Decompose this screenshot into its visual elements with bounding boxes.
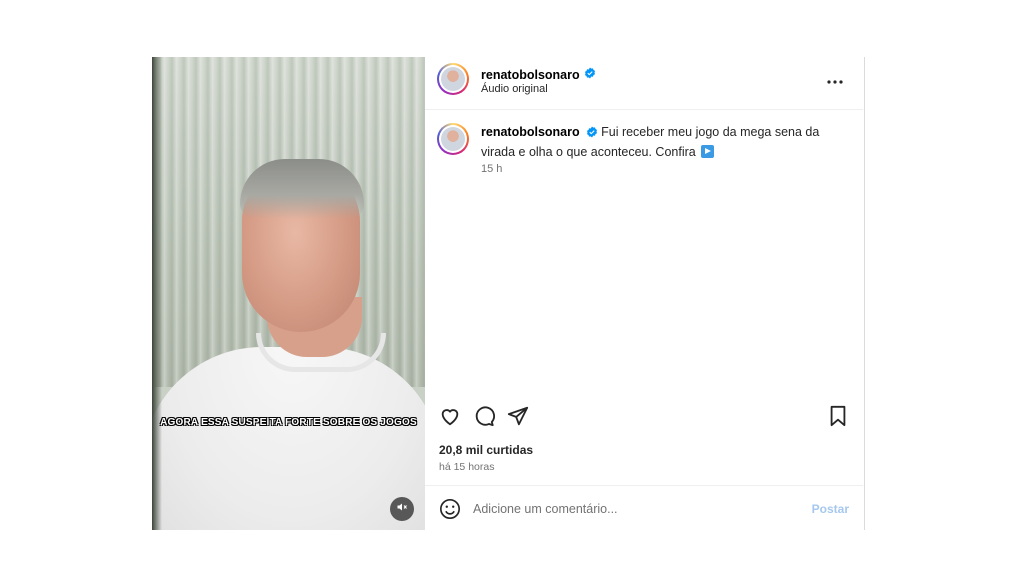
person-collar [256,333,386,372]
save-button[interactable] [825,405,851,431]
emoji-button[interactable] [439,498,461,520]
comment-input[interactable] [473,498,793,520]
verified-badge-icon [584,66,596,84]
play-button-icon [701,145,715,158]
video-edge-shadow [152,57,162,530]
bookmark-icon [828,405,848,432]
volume-muted-icon [396,500,408,518]
post-header: renatobolsonaro Áudio original [425,57,863,110]
author-avatar[interactable] [437,63,469,95]
post-date[interactable]: há 15 horas [439,461,494,473]
comment-button[interactable] [471,405,497,431]
verified-badge-icon [586,125,598,143]
caption-time: 15 h [481,163,503,175]
heart-icon [439,405,461,432]
caption-username[interactable]: renatobolsonaro [481,125,580,139]
person-shirt [152,347,425,530]
author-name-row: renatobolsonaro [481,66,596,84]
audio-label[interactable]: Áudio original [481,83,548,95]
more-options-icon [827,71,843,89]
comment-icon [473,405,495,432]
post-caption: renatobolsonaro Fui receber meu jogo da … [481,123,821,161]
caption-author-avatar[interactable] [437,123,469,155]
action-bar [425,405,863,431]
author-username[interactable]: renatobolsonaro [481,68,580,82]
comment-bar: Postar [425,485,863,531]
person-hair [240,159,364,219]
share-icon [507,405,529,432]
like-button[interactable] [437,405,463,431]
likes-count[interactable]: 20,8 mil curtidas [439,443,533,457]
instagram-post: AGORA ESSA SUSPEITA FORTE SOBRE OS JOGOS… [152,57,865,530]
post-side-panel: renatobolsonaro Áudio original renatobol… [425,57,863,530]
video-subtitle: AGORA ESSA SUSPEITA FORTE SOBRE OS JOGOS [160,417,417,428]
mute-button[interactable] [390,497,414,521]
share-button[interactable] [505,405,531,431]
more-options-button[interactable] [823,71,847,89]
emoji-icon [439,499,461,524]
reel-video[interactable]: AGORA ESSA SUSPEITA FORTE SOBRE OS JOGOS [152,57,425,530]
post-comment-button[interactable]: Postar [812,502,849,516]
